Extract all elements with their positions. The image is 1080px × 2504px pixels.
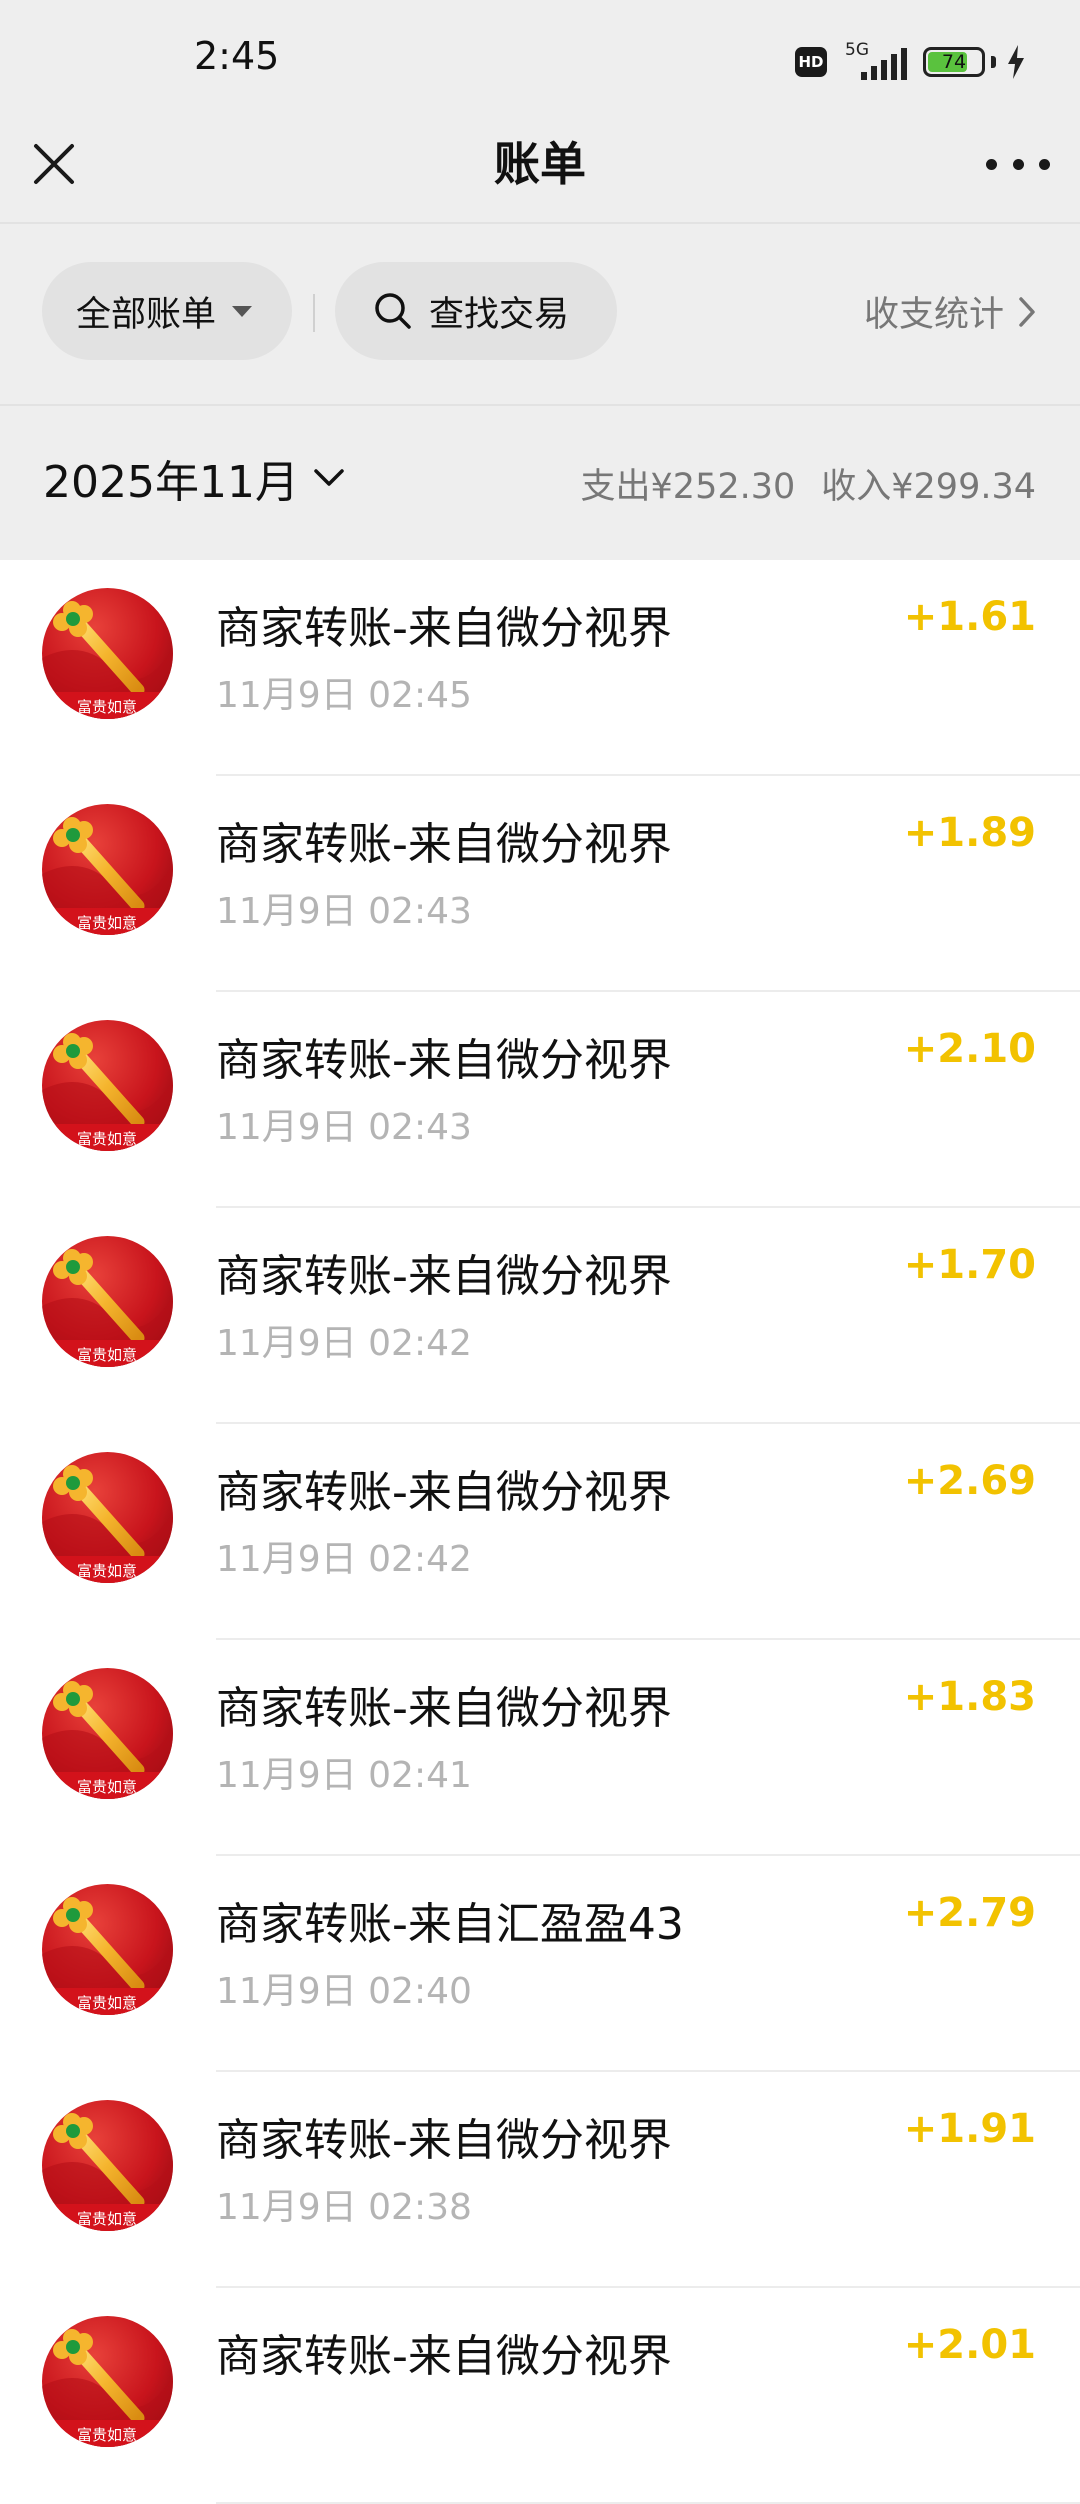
nav-divider — [0, 222, 1080, 224]
ruyi-key-icon: 富贵如意 — [42, 1236, 173, 1367]
avatar-caption: 富贵如意 — [77, 1994, 137, 2012]
transaction-time: 11月9日 02:43 — [216, 891, 472, 932]
search-transactions-button[interactable]: 查找交易 — [335, 262, 617, 360]
transaction-time: 11月9日 02:42 — [216, 1323, 472, 1364]
signal-icon: 5G — [843, 40, 909, 82]
transaction-title: 商家转账-来自微分视界 — [216, 2331, 672, 2382]
month-expense: 支出¥252.30 — [580, 467, 796, 507]
more-button[interactable] — [986, 146, 1050, 182]
transaction-title: 商家转账-来自微分视界 — [216, 1467, 672, 1518]
ruyi-key-icon: 富贵如意 — [42, 804, 173, 935]
transaction-time: 11月9日 02:45 — [216, 675, 472, 716]
dropdown-triangle-icon — [232, 305, 253, 317]
merchant-avatar: 富贵如意 — [42, 804, 173, 935]
avatar-caption: 富贵如意 — [77, 698, 137, 716]
filter-row: 全部账单 查找交易 收支统计 — [0, 262, 1080, 360]
avatar-caption: 富贵如意 — [77, 914, 137, 932]
transaction-row[interactable]: 富贵如意 商家转账-来自微分视界 +2.01 — [0, 2288, 1080, 2504]
income-expense-stats-link[interactable]: 收支统计 — [864, 286, 1036, 337]
transaction-title: 商家转账-来自微分视界 — [216, 819, 672, 870]
transaction-amount: +2.79 — [903, 1890, 1036, 1936]
status-bar: 2:45 HD 5G 74 — [0, 0, 1080, 120]
transaction-row[interactable]: 富贵如意 商家转账-来自微分视界 11月9日 02:45 +1.61 — [0, 560, 1080, 776]
all-bills-label: 全部账单 — [76, 294, 217, 335]
search-icon — [375, 293, 411, 329]
transaction-amount: +1.83 — [903, 1674, 1036, 1720]
chevron-right-icon — [1019, 296, 1035, 327]
chevron-down-icon — [314, 469, 344, 486]
merchant-avatar: 富贵如意 — [42, 1452, 173, 1583]
transaction-row[interactable]: 富贵如意 商家转账-来自微分视界 11月9日 02:38 +1.91 — [0, 2072, 1080, 2288]
page-title: 账单 — [494, 137, 586, 191]
transaction-amount: +1.89 — [903, 810, 1036, 856]
transaction-time: 11月9日 02:38 — [216, 2187, 472, 2228]
transaction-amount: +1.91 — [903, 2106, 1036, 2152]
merchant-avatar: 富贵如意 — [42, 1884, 173, 2015]
header-area: 2:45 HD 5G 74 账单 全部账单 查找交易 收支统计 2025年11月… — [0, 0, 1080, 560]
ruyi-key-icon: 富贵如意 — [42, 1668, 173, 1799]
transaction-title: 商家转账-来自微分视界 — [216, 1683, 672, 1734]
charging-icon — [1008, 45, 1024, 79]
merchant-avatar: 富贵如意 — [42, 1020, 173, 1151]
transaction-row[interactable]: 富贵如意 商家转账-来自汇盈盈43 11月9日 02:40 +2.79 — [0, 1856, 1080, 2072]
transaction-title: 商家转账-来自微分视界 — [216, 1035, 672, 1086]
avatar-caption: 富贵如意 — [77, 2210, 137, 2228]
ruyi-key-icon: 富贵如意 — [42, 1020, 173, 1151]
transaction-amount: +2.10 — [903, 1026, 1036, 1072]
hd-icon: HD — [795, 47, 827, 77]
merchant-avatar: 富贵如意 — [42, 2100, 173, 2231]
ruyi-key-icon: 富贵如意 — [42, 588, 173, 719]
transaction-row[interactable]: 富贵如意 商家转账-来自微分视界 11月9日 02:42 +1.70 — [0, 1208, 1080, 1424]
transaction-time: 11月9日 02:40 — [216, 1971, 472, 2012]
status-icons: HD 5G 74 — [795, 40, 1026, 82]
ruyi-key-icon: 富贵如意 — [42, 2100, 173, 2231]
status-time: 2:45 — [194, 34, 280, 78]
avatar-caption: 富贵如意 — [77, 1130, 137, 1148]
ruyi-key-icon: 富贵如意 — [42, 2316, 173, 2447]
battery-icon: 74 — [923, 47, 985, 77]
transaction-time: 11月9日 02:41 — [216, 1755, 472, 1796]
more-dot-icon — [1012, 158, 1024, 170]
transaction-title: 商家转账-来自微分视界 — [216, 1251, 672, 1302]
transaction-amount: +1.70 — [903, 1242, 1036, 1288]
ruyi-key-icon: 富贵如意 — [42, 1884, 173, 2015]
stats-label: 收支统计 — [863, 295, 1004, 335]
transaction-list: 富贵如意 商家转账-来自微分视界 11月9日 02:45 +1.61 富贵如意 … — [0, 560, 1080, 2504]
ruyi-key-icon: 富贵如意 — [42, 1452, 173, 1583]
filter-divider — [313, 294, 315, 332]
transaction-amount: +2.01 — [903, 2322, 1036, 2368]
transaction-row[interactable]: 富贵如意 商家转账-来自微分视界 11月9日 02:42 +2.69 — [0, 1424, 1080, 1640]
all-bills-filter[interactable]: 全部账单 — [42, 262, 292, 360]
avatar-caption: 富贵如意 — [77, 1562, 137, 1580]
search-label: 查找交易 — [429, 294, 570, 335]
transaction-row[interactable]: 富贵如意 商家转账-来自微分视界 11月9日 02:43 +1.89 — [0, 776, 1080, 992]
transaction-time: 11月9日 02:43 — [216, 1107, 472, 1148]
more-dot-icon — [1039, 158, 1050, 170]
transaction-row[interactable]: 富贵如意 商家转账-来自微分视界 11月9日 02:43 +2.10 — [0, 992, 1080, 1208]
battery-level: 74 — [941, 51, 967, 73]
merchant-avatar: 富贵如意 — [42, 1668, 173, 1799]
merchant-avatar: 富贵如意 — [42, 1236, 173, 1367]
transaction-title: 商家转账-来自微分视界 — [216, 2115, 672, 2166]
merchant-avatar: 富贵如意 — [42, 2316, 173, 2447]
battery-cap — [991, 56, 996, 68]
filter-divider-line — [0, 404, 1080, 406]
avatar-caption: 富贵如意 — [77, 1346, 137, 1364]
merchant-avatar: 富贵如意 — [42, 588, 173, 719]
transaction-amount: +2.69 — [903, 1458, 1036, 1504]
transaction-row[interactable]: 富贵如意 商家转账-来自微分视界 11月9日 02:41 +1.83 — [0, 1640, 1080, 1856]
more-dot-icon — [986, 158, 997, 170]
month-selector[interactable]: 2025年11月 — [43, 446, 345, 510]
month-summary: 支出¥252.30 收入¥299.34 — [581, 458, 1036, 509]
nav-bar: 账单 — [0, 120, 1080, 222]
month-label: 2025年11月 — [43, 457, 299, 508]
transaction-title: 商家转账-来自微分视界 — [216, 603, 672, 654]
month-income: 收入¥299.34 — [821, 467, 1036, 507]
month-row: 2025年11月 支出¥252.30 收入¥299.34 — [0, 436, 1080, 526]
transaction-amount: +1.61 — [903, 594, 1036, 640]
transaction-title: 商家转账-来自汇盈盈43 — [216, 1899, 684, 1950]
avatar-caption: 富贵如意 — [77, 1778, 137, 1796]
transaction-time: 11月9日 02:42 — [216, 1539, 472, 1580]
avatar-caption: 富贵如意 — [77, 2426, 137, 2444]
